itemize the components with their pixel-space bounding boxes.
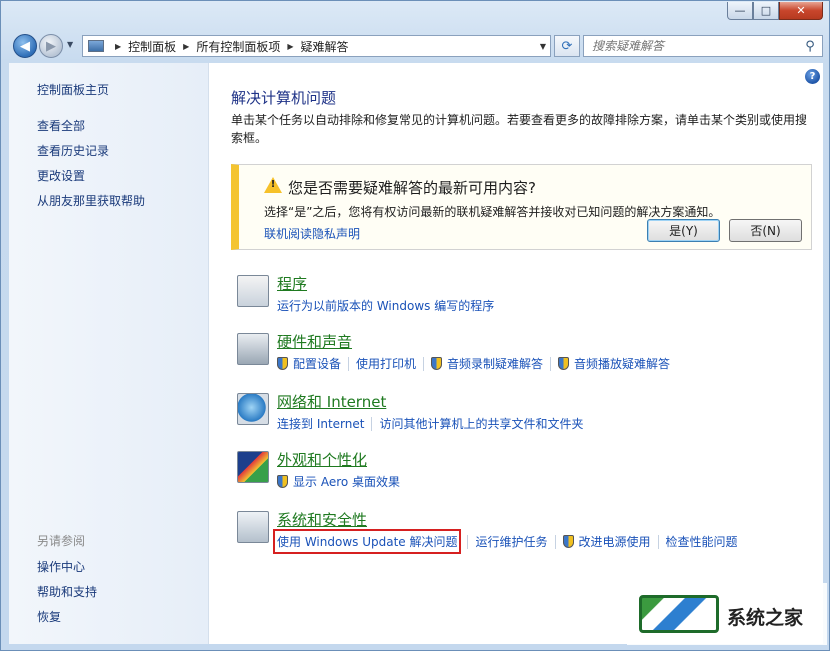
network-internet-icon[interactable] [237,393,269,425]
caption-buttons: — □ ✕ [727,2,823,20]
infobar-text: 选择“是”之后，您将有权访问最新的联机疑难解答并接收对已知问题的解决方案通知。 [264,205,721,219]
breadcrumb-all-items[interactable]: 所有控制面板项 [196,38,280,55]
category-title-appearance[interactable]: 外观和个性化 [277,449,367,470]
sidebar-link-help-support[interactable]: 帮助和支持 [37,583,97,600]
sidebar-link-settings[interactable]: 更改设置 [37,167,85,184]
sidebar-link-recovery[interactable]: 恢复 [37,608,61,625]
link-shared-folders[interactable]: 访问其他计算机上的共享文件和文件夹 [379,415,583,432]
back-arrow-icon: ◀ [20,38,30,54]
link-configure-device[interactable]: 配置设备 [293,355,341,372]
refresh-button[interactable]: ⟳ [554,35,580,57]
category-network-internet: 网络和 Internet 连接到 Internet 访问其他计算机上的共享文件和… [233,391,813,441]
link-maintenance-tasks[interactable]: 运行维护任务 [475,533,547,550]
link-power-usage[interactable]: 改进电源使用 [579,533,651,550]
update-infobar: ! 您是否需要疑难解答的最新可用内容? 选择“是”之后，您将有权访问最新的联机疑… [231,164,812,250]
control-panel-icon [88,40,104,52]
uac-shield-icon [277,475,288,488]
category-title-network-internet[interactable]: 网络和 Internet [277,391,386,412]
warning-mark: ! [270,179,276,190]
uac-shield-icon [431,357,443,370]
search-box: ⚲ [583,35,823,57]
category-title-system-security[interactable]: 系统和安全性 [277,509,367,530]
refresh-icon: ⟳ [561,38,573,54]
category-title-hardware-sound[interactable]: 硬件和声音 [277,331,352,352]
link-program-compatibility[interactable]: 运行为以前版本的 Windows 编写的程序 [277,297,494,314]
sidebar-link-friend-help[interactable]: 从朋友那里获取帮助 [37,192,145,209]
category-appearance: 外观和个性化 显示 Aero 桌面效果 [233,449,813,499]
watermark-logo-icon [639,595,719,633]
back-button[interactable]: ◀ [13,34,37,58]
uac-shield-icon [277,357,288,370]
page-title: 解决计算机问题 [231,89,337,107]
breadcrumb-troubleshooting[interactable]: 疑难解答 [301,38,349,55]
link-connect-internet[interactable]: 连接到 Internet [277,415,364,432]
search-icon[interactable]: ⚲ [801,39,819,54]
uac-shield-icon [562,535,574,548]
site-watermark: 系统之家 [627,583,827,645]
address-bar[interactable]: ▶ 控制面板 ▶ 所有控制面板项 ▶ 疑难解答 ▼ [82,35,551,57]
sidebar-link-action-center[interactable]: 操作中心 [37,558,85,575]
breadcrumb-control-panel[interactable]: 控制面板 [128,38,176,55]
infobar-title: 您是否需要疑难解答的最新可用内容? [288,179,536,197]
main-content: ? 解决计算机问题 单击某个任务以自动排除和修复常见的计算机问题。若要查看更多的… [209,63,823,644]
maximize-button[interactable]: □ [753,2,779,20]
recent-pages-dropdown[interactable]: ▼ [67,40,73,49]
chevron-right-icon[interactable]: ▶ [115,42,121,51]
sidebar: 控制面板主页 查看全部 查看历史记录 更改设置 从朋友那里获取帮助 另请参阅 操… [9,63,209,644]
highlight-box: 使用 Windows Update 解决问题 [272,529,462,554]
category-programs: 程序 运行为以前版本的 Windows 编写的程序 [233,273,813,323]
window-frame: — □ ✕ ◀ ▶ ▼ ▶ 控制面板 ▶ 所有控制面板项 ▶ 疑难解答 ▼ ⟳ … [0,0,830,651]
privacy-statement-link[interactable]: 联机阅读隐私声明 [264,225,360,242]
programs-icon[interactable] [237,275,269,307]
close-button[interactable]: ✕ [779,2,823,20]
appearance-icon[interactable] [237,451,269,483]
see-also-heading: 另请参阅 [37,534,86,548]
watermark-text: 系统之家 [727,607,804,629]
link-audio-recording[interactable]: 音频录制疑难解答 [447,355,543,372]
forward-arrow-icon: ▶ [46,38,56,54]
category-system-security: 系统和安全性 使用 Windows Update 解决问题 运行维护任务 改进电… [233,509,813,559]
link-performance-issues[interactable]: 检查性能问题 [666,533,738,550]
link-aero-effects[interactable]: 显示 Aero 桌面效果 [293,473,400,490]
system-security-icon[interactable] [237,511,269,543]
page-description: 单击某个任务以自动排除和修复常见的计算机问题。若要查看更多的故障排除方案，请单击… [231,113,808,145]
chevron-down-icon[interactable]: ▼ [540,42,546,51]
chevron-right-icon[interactable]: ▶ [183,42,189,51]
minimize-button[interactable]: — [727,2,753,20]
sidebar-link-view-all[interactable]: 查看全部 [37,117,85,134]
no-button[interactable]: 否(N) [729,219,802,242]
hardware-sound-icon[interactable] [237,333,269,365]
category-hardware-sound: 硬件和声音 配置设备 使用打印机 音频录制疑难解答 音频播放疑难解答 [233,331,813,381]
navigation-bar: ◀ ▶ ▼ ▶ 控制面板 ▶ 所有控制面板项 ▶ 疑难解答 ▼ ⟳ ⚲ [9,31,823,61]
chevron-right-icon[interactable]: ▶ [287,42,293,51]
sidebar-link-home[interactable]: 控制面板主页 [37,81,109,98]
link-windows-update-fix[interactable]: 使用 Windows Update 解决问题 [277,533,457,550]
link-audio-playback[interactable]: 音频播放疑难解答 [574,355,670,372]
help-icon[interactable]: ? [805,69,820,84]
uac-shield-icon [558,357,570,370]
search-input[interactable] [584,38,801,54]
yes-button[interactable]: 是(Y) [647,219,720,242]
forward-button[interactable]: ▶ [39,34,63,58]
sidebar-link-history[interactable]: 查看历史记录 [37,142,109,159]
category-title-programs[interactable]: 程序 [277,273,307,294]
link-use-printer[interactable]: 使用打印机 [356,355,416,372]
